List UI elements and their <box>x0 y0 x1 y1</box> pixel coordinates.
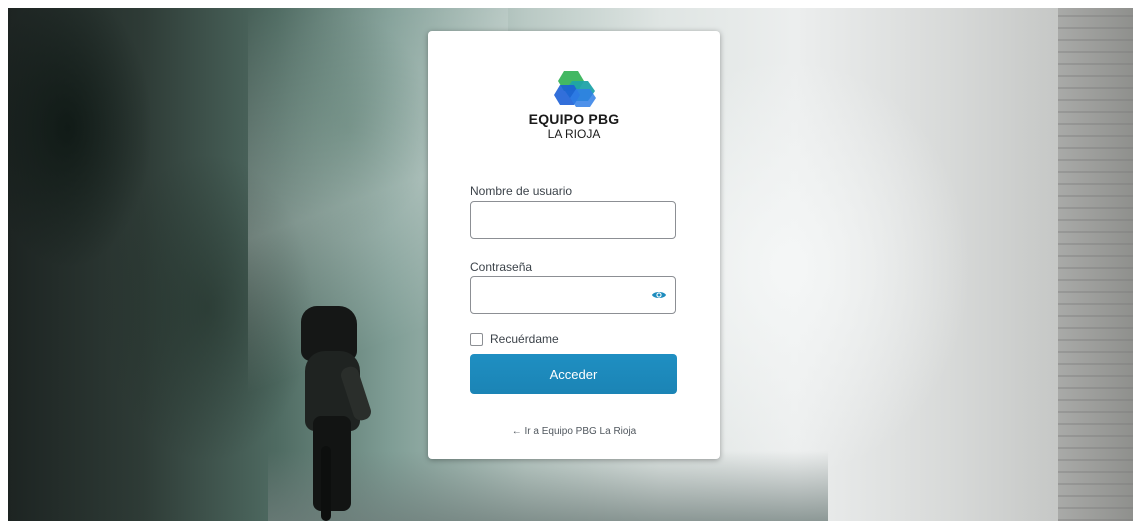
login-card: EQUIPO PBG LA RIOJA Nombre de usuario Co… <box>428 31 720 459</box>
username-input[interactable] <box>471 202 675 238</box>
brand-subtitle: LA RIOJA <box>547 127 601 141</box>
remember-checkbox[interactable] <box>470 333 483 346</box>
username-field[interactable] <box>470 201 676 239</box>
cyclist <box>293 306 383 521</box>
eye-icon[interactable] <box>651 289 667 301</box>
remember-label[interactable]: Recuérdame <box>490 332 559 346</box>
hexagon-stack-logo-icon <box>554 71 596 107</box>
password-label: Contraseña <box>470 260 533 274</box>
brick-wall <box>1058 8 1133 521</box>
password-field[interactable] <box>470 276 676 314</box>
username-label: Nombre de usuario <box>470 184 573 198</box>
password-input[interactable] <box>471 277 675 313</box>
brand-name: EQUIPO PBG <box>528 111 620 127</box>
login-button[interactable]: Acceder <box>470 354 677 394</box>
back-to-site-link[interactable]: ← Ir a Equipo PBG La Rioja <box>428 426 720 437</box>
